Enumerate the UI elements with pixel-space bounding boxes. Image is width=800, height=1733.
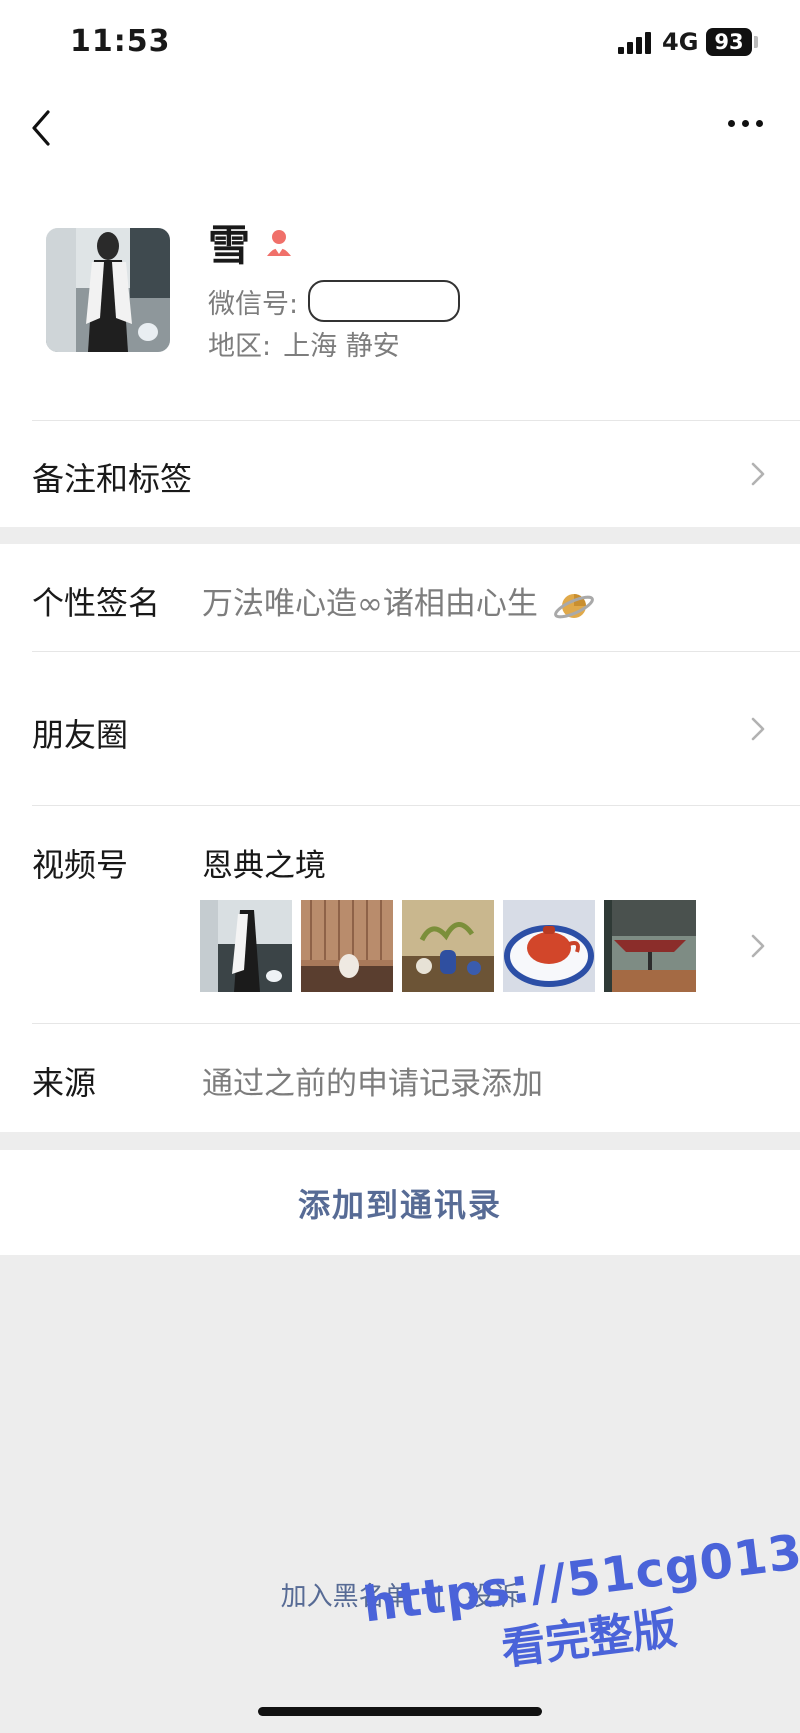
region-value: 上海 静安 [283,331,400,362]
female-gender-icon [267,230,291,256]
watermark: https://51cg013.com 看完整版 [360,1508,800,1693]
moments-label: 朋友圈 [32,716,129,754]
divider [32,651,800,652]
channels-thumbnail[interactable] [604,900,696,992]
channels-name: 恩典之境 [202,848,326,884]
avatar[interactable] [46,228,170,352]
contact-name: 雪 [208,221,251,270]
planet-emoji-icon [553,593,594,618]
wechat-id-label: 微信号: [208,289,299,320]
channels-thumbnail[interactable] [503,900,595,992]
channels-label: 视频号 [32,846,129,884]
signature-value: 万法唯心造∞诸相由心生 [202,578,596,626]
divider [32,1023,800,1024]
more-button[interactable] [724,114,768,134]
signature-text: 万法唯心造∞诸相由心生 [202,586,538,622]
channels-thumbnail[interactable] [200,900,292,992]
add-to-contacts-button[interactable]: 添加到通讯录 [0,1180,800,1226]
remarks-tags-label: 备注和标签 [32,460,193,498]
signature-label: 个性签名 [32,584,161,622]
divider [32,805,800,806]
signal-icon [618,32,652,54]
battery-nub [754,36,758,48]
region-label: 地区: [208,331,272,362]
home-indicator[interactable] [258,1707,542,1716]
chevron-right-icon [751,462,765,486]
source-label: 来源 [32,1064,97,1102]
network-type: 4G [662,28,699,56]
divider [32,420,800,421]
channels-thumbnail[interactable] [402,900,494,992]
channels-thumbnail[interactable] [301,900,393,992]
wechat-id-redacted [308,280,460,322]
battery-indicator: 93 [706,28,752,56]
chevron-right-icon [751,717,765,741]
chevron-right-icon [751,934,765,958]
back-button[interactable] [28,108,64,148]
status-time: 11:53 [70,24,171,59]
region: 地区: 上海 静安 [208,324,400,363]
back-icon [32,110,50,146]
source-value: 通过之前的申请记录添加 [202,1066,543,1102]
details-panel [0,544,800,1132]
